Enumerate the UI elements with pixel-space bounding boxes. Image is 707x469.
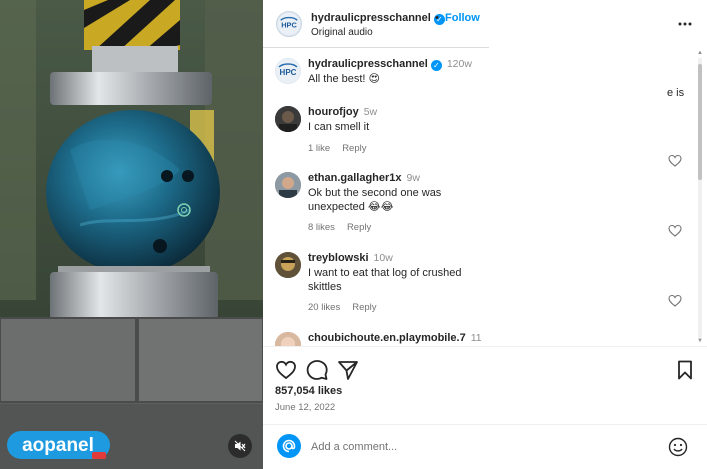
bookmark-icon[interactable] <box>674 359 696 381</box>
comment-username[interactable]: treyblowski 10w <box>308 252 393 264</box>
caption-username[interactable]: hydraulicpresschannel ✓ 120w <box>308 58 472 71</box>
heart-icon[interactable] <box>668 224 682 238</box>
heart-icon[interactable] <box>275 359 297 381</box>
scroll-thumb[interactable] <box>698 64 702 180</box>
svg-text:HPC: HPC <box>280 68 297 77</box>
commenter-avatar[interactable] <box>275 332 301 346</box>
user-photo-icon <box>275 252 301 278</box>
comment-text: I can smell it <box>308 121 370 133</box>
heart-icon[interactable] <box>668 154 682 168</box>
scroll-down-arrow-icon[interactable]: ▼ <box>696 338 704 344</box>
user-photo-icon <box>275 106 301 132</box>
clipped-overlay-text: e is <box>667 87 685 99</box>
post-header: HPC hydraulicpresschannel ✓ • Follow Orig… <box>263 0 707 48</box>
commenter-avatar[interactable] <box>275 106 301 132</box>
speaker-muted-icon <box>234 440 246 452</box>
comment-text: Ok but the second one was unexpected 😂😂 <box>308 187 442 213</box>
caption: HPC hydraulicpresschannel ✓ 120w All the b… <box>275 58 687 98</box>
separator-dot: • <box>435 12 439 24</box>
scroll-up-arrow-icon[interactable]: ▲ <box>696 50 704 56</box>
post-date[interactable]: June 12, 2022 <box>275 402 335 413</box>
reply-button[interactable]: Reply <box>352 302 376 313</box>
comment-item: treyblowski 10w I want to eat that log of… <box>275 252 687 314</box>
video-player[interactable]: aopanel <box>0 0 263 469</box>
comment-username[interactable]: hourofjoy 5w <box>308 106 377 118</box>
svg-text:aopanel: aopanel <box>22 435 94 456</box>
user-photo-icon <box>275 332 301 346</box>
more-horizontal-icon <box>678 22 692 26</box>
comments-scrollbar[interactable]: ▲ ▼ <box>695 50 705 346</box>
comment-username[interactable]: ethan.gallagher1x 9w <box>308 172 420 184</box>
comment-meta: 1 like Reply <box>308 143 378 154</box>
comments-list[interactable]: HPC hydraulicpresschannel ✓ 120w All the b… <box>263 48 707 346</box>
comment-item: choubichoute.en.playmobile.7 11 <box>275 332 687 346</box>
current-user-avatar <box>277 434 301 458</box>
comment-likes[interactable]: 8 likes <box>308 222 335 233</box>
post-actions: 857,054 likes June 12, 2022 <box>263 346 707 424</box>
smiley-icon[interactable] <box>668 437 688 457</box>
more-options-button[interactable] <box>675 14 695 34</box>
reply-button[interactable]: Reply <box>347 222 371 233</box>
caption-time[interactable]: 120w <box>447 58 472 70</box>
likes-count[interactable]: 857,054 likes <box>275 385 342 397</box>
hpc-logo-icon: HPC <box>277 12 301 36</box>
hpc-logo-icon: HPC <box>276 59 300 83</box>
comment-item: ethan.gallagher1x 9w Ok but the second on… <box>275 172 687 237</box>
mute-button[interactable] <box>228 434 252 458</box>
comment-composer <box>263 424 707 469</box>
comment-meta: 8 likes Reply <box>308 222 383 233</box>
heart-icon[interactable] <box>668 294 682 308</box>
comment-text: I want to eat that log of crushed skittl… <box>308 267 462 293</box>
add-comment-input[interactable] <box>311 439 611 455</box>
post-panel: HPC hydraulicpresschannel ✓ • Follow Orig… <box>263 0 707 469</box>
verified-badge-icon: ✓ <box>430 60 442 71</box>
audio-label[interactable]: Original audio <box>311 27 373 38</box>
author-avatar[interactable]: HPC <box>276 11 302 37</box>
comment-likes[interactable]: 20 likes <box>308 302 340 313</box>
follow-button[interactable]: Follow <box>445 12 480 24</box>
video-frame <box>0 0 263 469</box>
at-sign-icon <box>282 439 296 453</box>
svg-text:HPC: HPC <box>281 21 297 30</box>
caption-avatar[interactable]: HPC <box>275 58 301 84</box>
comment-item: hourofjoy 5w I can smell it 1 like Reply <box>275 106 687 167</box>
comment-likes[interactable]: 1 like <box>308 143 330 154</box>
comment-username[interactable]: choubichoute.en.playmobile.7 11 <box>308 332 482 344</box>
comment-bubble-icon[interactable] <box>306 359 328 381</box>
user-photo-icon <box>275 172 301 198</box>
caption-text: All the best! 😍 <box>308 73 380 85</box>
author-username[interactable]: hydraulicpresschannel ✓ <box>311 12 445 25</box>
commenter-avatar[interactable] <box>275 252 301 278</box>
aopanel-watermark-logo: aopanel <box>6 428 112 462</box>
comment-meta: 20 likes Reply <box>308 302 389 313</box>
commenter-avatar[interactable] <box>275 172 301 198</box>
reply-button[interactable]: Reply <box>342 143 366 154</box>
paper-plane-icon[interactable] <box>337 359 359 381</box>
